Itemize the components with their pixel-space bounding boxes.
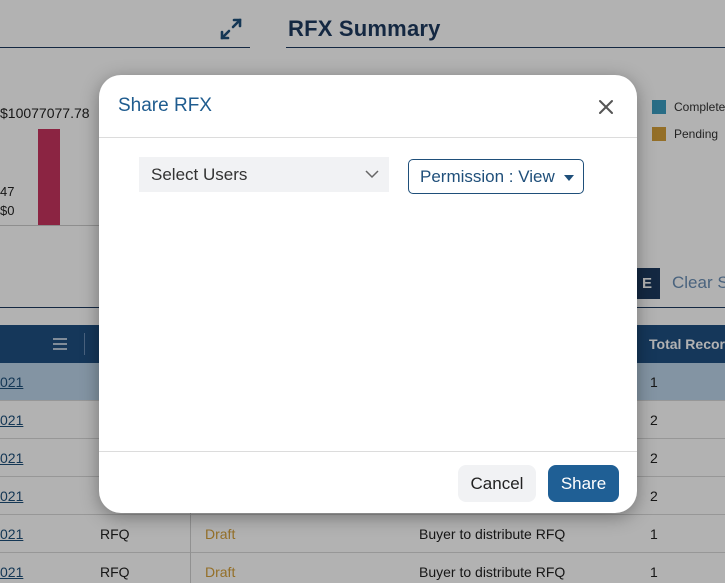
cancel-button[interactable]: Cancel	[458, 465, 536, 502]
close-button[interactable]	[595, 96, 617, 118]
permission-label: Permission : View	[420, 166, 555, 186]
dialog-footer: Cancel Share	[99, 451, 637, 513]
select-users-dropdown[interactable]: Select Users	[139, 157, 389, 192]
select-users-placeholder: Select Users	[151, 164, 248, 184]
caret-down-icon	[564, 175, 574, 181]
permission-dropdown[interactable]: Permission : View	[408, 159, 584, 194]
chevron-down-icon	[365, 170, 379, 179]
dialog-header: Share RFX	[99, 75, 637, 138]
share-button[interactable]: Share	[548, 465, 619, 502]
dialog-title: Share RFX	[118, 95, 212, 116]
share-rfx-dialog: Share RFX Select Users Permission : View…	[99, 75, 637, 513]
close-icon	[599, 100, 613, 114]
